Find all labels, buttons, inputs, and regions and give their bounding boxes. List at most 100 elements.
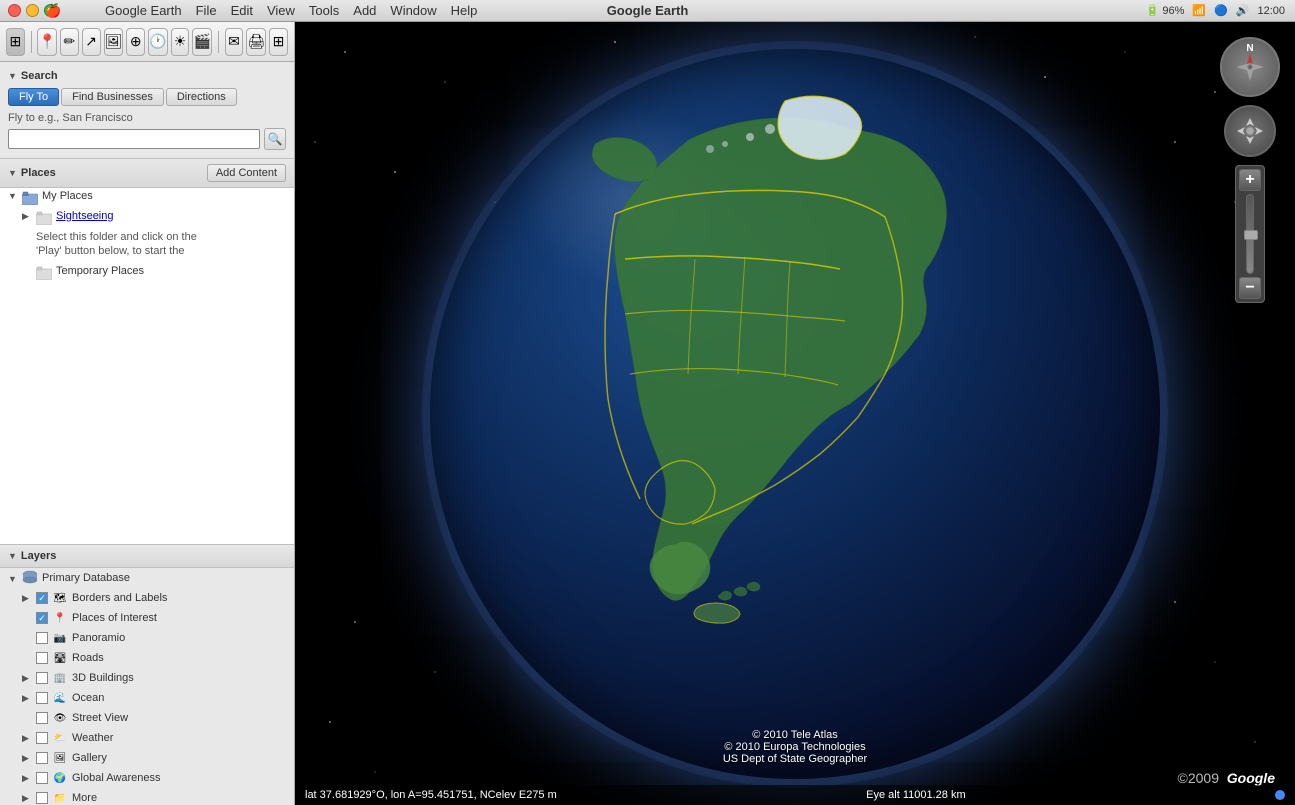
clock: 12:00 bbox=[1257, 5, 1285, 17]
movie-maker-button[interactable]: 🎬 bbox=[192, 28, 211, 56]
menu-window[interactable]: Window bbox=[390, 3, 436, 18]
add-placemark-button[interactable]: 📍 bbox=[37, 28, 56, 56]
toolbar: ⊞ 📍 ✏ ↗ 🖼 ⊕ 🕐 ☀ 🎬 ✉ 🖨 ⊞ bbox=[0, 22, 294, 62]
zoom-slider[interactable] bbox=[1246, 194, 1254, 274]
layer-borders-labels[interactable]: ▶ ✓ 🗺 Borders and Labels bbox=[0, 588, 294, 608]
street-view-checkbox[interactable] bbox=[36, 712, 48, 724]
zoom-in-button[interactable]: + bbox=[1239, 169, 1261, 191]
attribution-line-3: US Dept of State Geographer bbox=[723, 753, 867, 765]
apple-menu[interactable]: 🍎 bbox=[45, 3, 61, 19]
window-title: Google Earth bbox=[607, 3, 689, 18]
borders-labels-label: Borders and Labels bbox=[72, 592, 167, 604]
menu-tools[interactable]: Tools bbox=[309, 3, 339, 18]
system-tray: 🔋 96% 📶 🔵 🔊 12:00 bbox=[1146, 4, 1285, 17]
layer-more[interactable]: ▶ 📁 More bbox=[0, 788, 294, 805]
places-header-left: ▼ Places bbox=[8, 167, 56, 179]
roads-checkbox[interactable] bbox=[36, 652, 48, 664]
sightseeing-label[interactable]: Sightseeing bbox=[56, 210, 114, 222]
layer-roads[interactable]: 🛣 Roads bbox=[0, 648, 294, 668]
ocean-label: Ocean bbox=[72, 692, 104, 704]
zoom-thumb[interactable] bbox=[1244, 230, 1258, 240]
menu-help[interactable]: Help bbox=[451, 3, 478, 18]
panoramio-label: Panoramio bbox=[72, 632, 125, 644]
add-path-button[interactable]: ↗ bbox=[82, 28, 101, 56]
menu-view[interactable]: View bbox=[267, 3, 295, 18]
layer-gallery[interactable]: ▶ 🖼 Gallery bbox=[0, 748, 294, 768]
layer-street-view[interactable]: 👁 Street View bbox=[0, 708, 294, 728]
menu-add[interactable]: Add bbox=[353, 3, 376, 18]
ocean-icon: 🌊 bbox=[52, 690, 68, 706]
panoramio-icon: 📷 bbox=[52, 630, 68, 646]
layer-3d-buildings[interactable]: ▶ 🏢 3D Buildings bbox=[0, 668, 294, 688]
search-tabs: Fly To Find Businesses Directions bbox=[8, 88, 286, 106]
global-awareness-checkbox[interactable] bbox=[36, 772, 48, 784]
minimize-button[interactable] bbox=[26, 4, 39, 17]
poi-label: Places of Interest bbox=[72, 612, 157, 624]
menu-edit[interactable]: Edit bbox=[231, 3, 253, 18]
places-collapse-icon[interactable]: ▼ bbox=[8, 168, 17, 178]
add-polygon-button[interactable]: ✏ bbox=[60, 28, 79, 56]
more-checkbox[interactable] bbox=[36, 792, 48, 804]
layer-weather[interactable]: ▶ ⛅ Weather bbox=[0, 728, 294, 748]
google-year: ©2009 bbox=[1178, 770, 1219, 786]
database-icon bbox=[22, 570, 38, 586]
add-image-overlay-button[interactable]: 🖼 bbox=[104, 28, 124, 56]
tree-item-my-places[interactable]: ▼ My Places bbox=[0, 188, 294, 208]
gallery-icon: 🖼 bbox=[52, 750, 68, 766]
email-button[interactable]: ✉ bbox=[225, 28, 244, 56]
toolbar-separator-1 bbox=[31, 31, 32, 53]
folder-icon bbox=[36, 210, 52, 226]
map-attribution: © 2010 Tele Atlas © 2010 Europa Technolo… bbox=[723, 729, 867, 765]
search-header: ▼ Search bbox=[8, 70, 286, 82]
add-content-button[interactable]: Add Content bbox=[207, 164, 286, 182]
compass-north-label: N bbox=[1246, 43, 1253, 54]
tab-directions[interactable]: Directions bbox=[166, 88, 237, 106]
street-view-icon: 👁 bbox=[52, 710, 68, 726]
search-collapse-icon[interactable]: ▼ bbox=[8, 71, 17, 81]
menu-google-earth[interactable]: Google Earth bbox=[105, 3, 182, 18]
global-awareness-icon: 🌍 bbox=[52, 770, 68, 786]
layer-global-awareness[interactable]: ▶ 🌍 Global Awareness bbox=[0, 768, 294, 788]
pan-control[interactable] bbox=[1224, 105, 1276, 157]
zoom-out-button[interactable]: − bbox=[1239, 277, 1261, 299]
layers-collapse-icon[interactable]: ▼ bbox=[8, 551, 17, 561]
record-tour-button[interactable]: ⊕ bbox=[126, 28, 145, 56]
map-area[interactable]: © 2010 Tele Atlas © 2010 Europa Technolo… bbox=[295, 22, 1295, 805]
weather-checkbox[interactable] bbox=[36, 732, 48, 744]
print-button[interactable]: 🖨 bbox=[246, 28, 266, 56]
poi-checkbox[interactable]: ✓ bbox=[36, 612, 48, 624]
layer-places-of-interest[interactable]: ✓ 📍 Places of Interest bbox=[0, 608, 294, 628]
buildings-checkbox[interactable] bbox=[36, 672, 48, 684]
buildings-icon: 🏢 bbox=[52, 670, 68, 686]
tree-item-temporary-places[interactable]: Temporary Places bbox=[0, 263, 294, 283]
layer-ocean[interactable]: ▶ 🌊 Ocean bbox=[0, 688, 294, 708]
layer-panoramio[interactable]: 📷 Panoramio bbox=[0, 628, 294, 648]
gallery-checkbox[interactable] bbox=[36, 752, 48, 764]
gallery-label: Gallery bbox=[72, 752, 107, 764]
tree-item-sightseeing[interactable]: ▶ Sightseeing bbox=[0, 208, 294, 228]
menu-bar: Google Earth File Edit View Tools Add Wi… bbox=[105, 3, 477, 18]
sidebar-toggle-button[interactable]: ⊞ bbox=[6, 28, 25, 56]
zoom-control: + − bbox=[1235, 165, 1265, 303]
panoramio-checkbox[interactable] bbox=[36, 632, 48, 644]
tab-find-businesses[interactable]: Find Businesses bbox=[61, 88, 164, 106]
expand-icon: ▶ bbox=[22, 733, 32, 744]
compass[interactable]: N bbox=[1220, 37, 1280, 97]
toolbar-separator-2 bbox=[218, 31, 219, 53]
search-input[interactable] bbox=[8, 129, 260, 149]
historical-imagery-button[interactable]: 🕐 bbox=[148, 28, 167, 56]
folder-icon bbox=[36, 265, 52, 281]
sun-button[interactable]: ☀ bbox=[171, 28, 190, 56]
expand-arrow-icon: ▼ bbox=[8, 191, 18, 201]
title-bar: 🍎 Google Earth File Edit View Tools Add … bbox=[0, 0, 1295, 22]
close-button[interactable] bbox=[8, 4, 21, 17]
search-submit-button[interactable]: 🔍 bbox=[264, 128, 286, 150]
tab-fly-to[interactable]: Fly To bbox=[8, 88, 59, 106]
layer-primary-database[interactable]: ▼ Primary Database bbox=[0, 568, 294, 588]
eye-altitude: Eye alt 11001.28 km bbox=[866, 789, 965, 801]
menu-file[interactable]: File bbox=[196, 3, 217, 18]
expand-icon: ▶ bbox=[22, 753, 32, 764]
ocean-checkbox[interactable] bbox=[36, 692, 48, 704]
view-in-maps-button[interactable]: ⊞ bbox=[269, 28, 288, 56]
borders-labels-checkbox[interactable]: ✓ bbox=[36, 592, 48, 604]
